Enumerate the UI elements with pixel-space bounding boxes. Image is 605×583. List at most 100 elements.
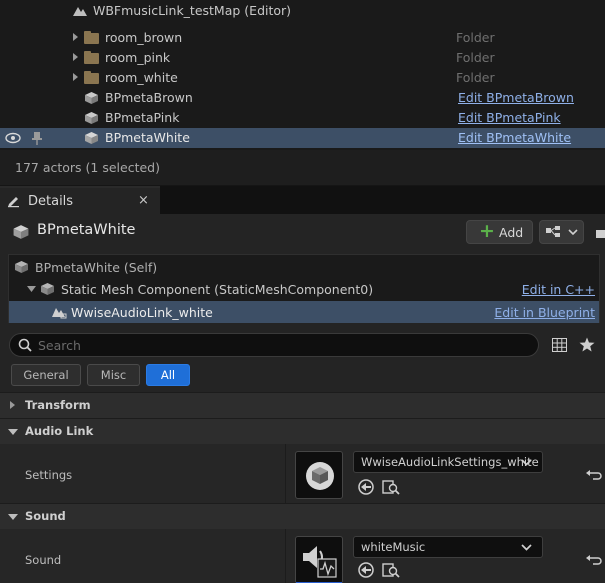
outliner-row-label: room_pink [105,50,171,65]
tab-details-label: Details [28,194,74,209]
reset-to-default-icon[interactable] [585,551,603,569]
folder-icon [84,71,99,84]
blueprint-actor-icon [85,132,98,144]
search-placeholder: Search [38,338,81,353]
outliner-row-label: BPmetaPink [105,110,180,125]
browse-asset-icon[interactable] [382,478,400,496]
blueprint-options-dropdown[interactable] [539,220,584,244]
tab-details[interactable]: Details × [0,186,160,214]
component-row-self[interactable]: BPmetaWhite (Self) [9,256,599,278]
edit-in-blueprint-link[interactable]: Edit in Blueprint [494,305,595,320]
property-name: Settings [25,468,73,482]
outliner-row-bpmetawhite[interactable]: BPmetaWhite Edit BPmetaWhite [0,128,605,148]
use-selected-asset-icon[interactable] [357,478,375,496]
property-row-settings: Settings WwiseAudioLinkSettings_white [0,444,605,506]
map-name: WBFmusicLink_testMap (Editor) [93,3,292,18]
audio-link-component-icon [52,308,67,319]
search-icon [18,338,32,352]
filter-general[interactable]: General [11,364,81,386]
hierarchy-icon [546,226,560,237]
outliner-row-label: BPmetaBrown [105,90,193,105]
add-component-button[interactable]: + Add [466,220,533,244]
blueprint-actor-icon [85,92,98,104]
asset-thumbnail[interactable] [295,451,343,499]
outliner-row-bpmetapink[interactable]: BPmetaPink Edit BPmetaPink [0,108,605,128]
reset-to-default-icon[interactable] [585,466,603,484]
outliner-row-label: BPmetaWhite [105,130,190,145]
browse-asset-icon[interactable] [382,561,400,579]
outliner-row-type: Folder [456,70,495,85]
settings-asset-value: WwiseAudioLinkSettings_white [361,455,539,469]
category-label: Transform [25,398,91,412]
filter-misc[interactable]: Misc [87,364,140,386]
outliner-map-row[interactable]: WBFmusicLink_testMap (Editor) [0,1,605,21]
filter-all[interactable]: All [146,364,190,386]
expand-arrow-icon[interactable] [73,33,78,41]
details-tab-bar: Details × [0,186,605,214]
category-label: Audio Link [25,424,94,438]
outliner-row-bpmetabrown[interactable]: BPmetaBrown Edit BPmetaBrown [0,88,605,108]
category-label: Sound [25,509,66,523]
edit-in-cpp-link[interactable]: Edit in C++ [522,282,595,297]
collapsed-arrow-icon [10,401,15,409]
outliner-status: 177 actors (1 selected) [0,150,605,185]
tab-close-icon[interactable]: × [138,193,149,208]
favorites-star-icon[interactable] [579,337,595,352]
expand-arrow-icon[interactable] [73,53,78,61]
component-label: Static Mesh Component (StaticMeshCompone… [61,282,374,297]
outliner-row-room-brown[interactable]: room_brown Folder [0,28,605,48]
blueprint-actor-icon [15,261,28,273]
edit-blueprint-link[interactable]: Edit BPmetaBrown [458,90,574,105]
property-name: Sound [25,553,62,567]
map-icon [73,7,87,16]
sound-asset-combo[interactable]: whiteMusic [353,536,543,558]
component-label: BPmetaWhite (Self) [35,260,158,275]
settings-asset-combo[interactable]: WwiseAudioLinkSettings_white [353,451,543,473]
details-search-input[interactable]: Search [9,333,539,357]
selected-actor-name: BPmetaWhite [37,222,136,238]
expanded-arrow-icon [8,429,18,435]
details-panel: BPmetaWhite + Add BPmetaWhite (Self) Sta… [0,214,605,583]
outliner-row-type: Folder [456,50,495,65]
property-divider[interactable] [285,444,286,506]
component-row-wwise-audio-link[interactable]: WwiseAudioLink_white Edit in Blueprint [9,301,599,323]
edit-blueprint-link[interactable]: Edit BPmetaPink [458,110,561,125]
expand-arrow-icon[interactable] [73,73,78,81]
outliner-row-room-white[interactable]: room_white Folder [0,68,605,88]
plus-icon: + [479,220,495,242]
component-label: WwiseAudioLink_white [71,305,213,320]
category-transform[interactable]: Transform [0,392,605,418]
folder-icon [84,51,99,64]
outliner-row-label: room_brown [105,30,183,45]
blueprint-actor-icon [13,225,29,239]
chevron-down-icon [521,459,532,466]
outliner-row-type: Folder [456,30,495,45]
chevron-down-icon [521,544,532,551]
use-selected-asset-icon[interactable] [357,561,375,579]
sound-asset-icon [303,546,337,578]
outliner-row-label: room_white [105,70,178,85]
outliner-row-room-pink[interactable]: room_pink Folder [0,48,605,68]
asset-thumbnail[interactable] [295,536,343,583]
static-mesh-icon [41,283,54,295]
sound-asset-value: whiteMusic [361,540,426,554]
panel-overflow-icon[interactable] [596,230,605,238]
add-component-label: Add [499,225,524,240]
component-tree: BPmetaWhite (Self) Static Mesh Component… [8,254,600,323]
blueprint-actor-icon [85,112,98,124]
category-sound[interactable]: Sound [0,503,605,529]
chevron-down-icon [568,229,578,236]
property-matrix-icon[interactable] [552,338,567,352]
pin-icon[interactable] [32,131,42,145]
component-row-static-mesh[interactable]: Static Mesh Component (StaticMeshCompone… [9,278,599,300]
pencil-icon [8,197,19,208]
expanded-arrow-icon [8,514,18,520]
settings-asset-icon [306,462,334,490]
edit-blueprint-link[interactable]: Edit BPmetaWhite [458,130,571,145]
property-divider[interactable] [285,529,286,583]
category-audio-link[interactable]: Audio Link [0,418,605,444]
property-row-sound: Sound whiteMusic [0,529,605,583]
visibility-eye-icon[interactable] [5,132,21,144]
folder-icon [84,31,99,44]
expanded-arrow-icon[interactable] [27,286,36,292]
